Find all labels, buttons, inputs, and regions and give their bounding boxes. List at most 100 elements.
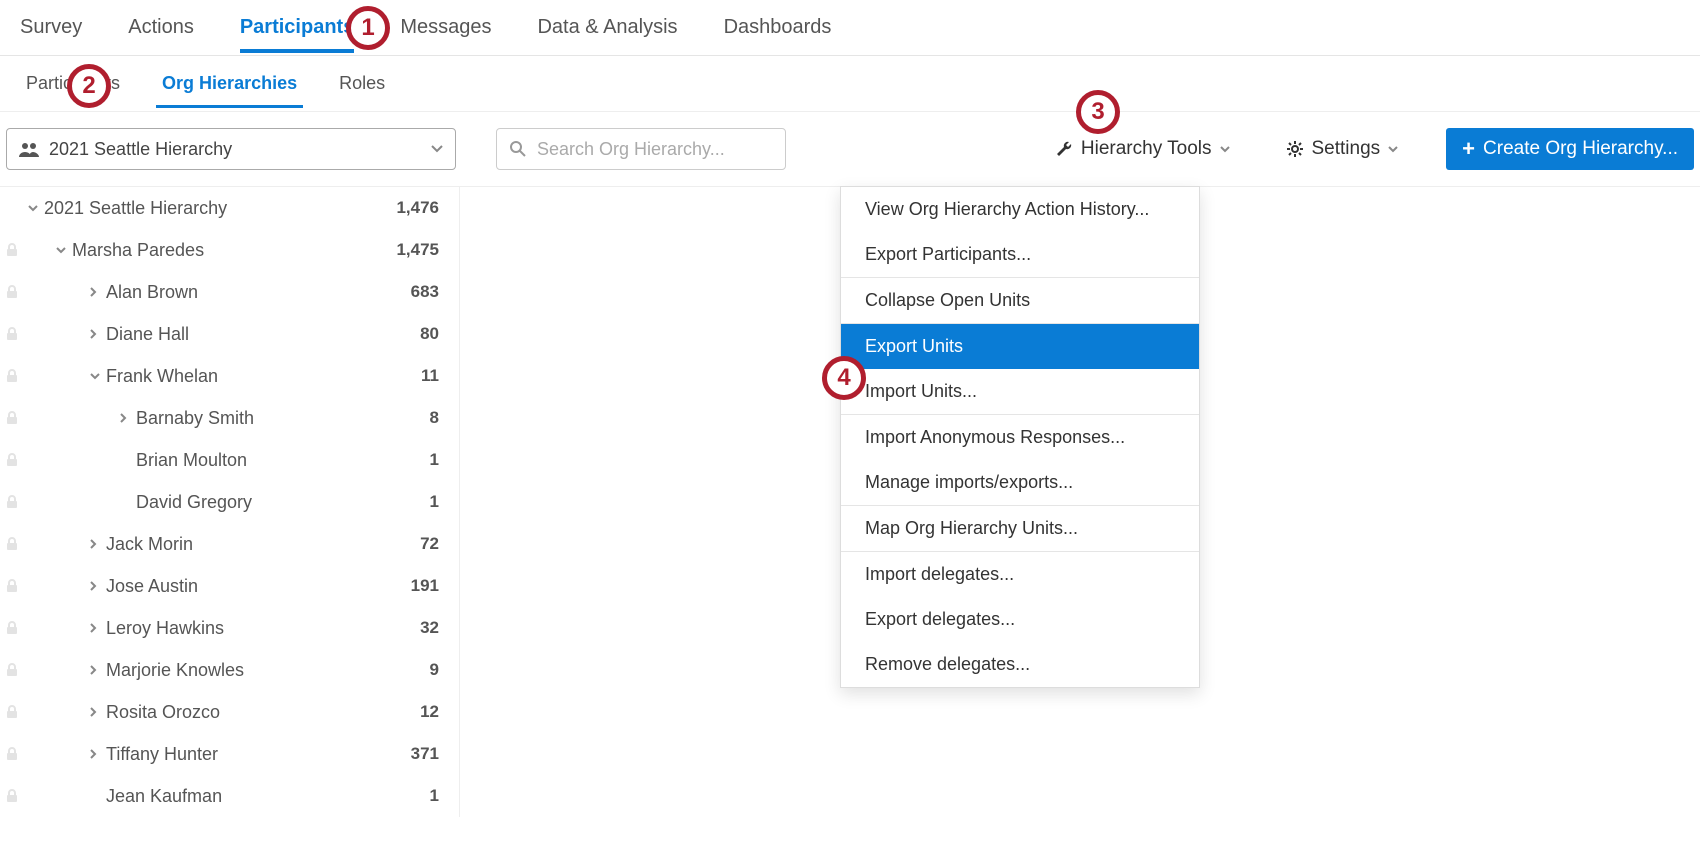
tree-row-count: 11 bbox=[421, 366, 439, 386]
tree-row[interactable]: Rosita Orozco12 bbox=[0, 691, 459, 733]
tree-row-label: Jean Kaufman bbox=[106, 786, 430, 807]
lock-icon bbox=[0, 537, 24, 551]
tree-row-count: 72 bbox=[420, 534, 439, 554]
menu-item-export-participants[interactable]: Export Participants... bbox=[841, 232, 1199, 277]
tree-row-count: 683 bbox=[411, 282, 439, 302]
lock-icon bbox=[0, 705, 24, 719]
menu-item-remove-delegates[interactable]: Remove delegates... bbox=[841, 642, 1199, 687]
hierarchy-selector-label: 2021 Seattle Hierarchy bbox=[49, 139, 232, 160]
menu-item-manage-imports-exports[interactable]: Manage imports/exports... bbox=[841, 460, 1199, 505]
lock-icon bbox=[0, 243, 24, 257]
menu-item-map-org-hierarchy-units[interactable]: Map Org Hierarchy Units... bbox=[841, 506, 1199, 551]
tree-row[interactable]: Jack Morin72 bbox=[0, 523, 459, 565]
create-button-label: Create Org Hierarchy... bbox=[1483, 138, 1678, 160]
callout-2: 2 bbox=[67, 64, 111, 108]
chevron-right-icon[interactable] bbox=[90, 707, 106, 717]
lock-icon bbox=[0, 453, 24, 467]
menu-item-import-delegates[interactable]: Import delegates... bbox=[841, 552, 1199, 597]
tree-row[interactable]: David Gregory1 bbox=[0, 481, 459, 523]
sub-tabs: ParticipantsOrg HierarchiesRoles bbox=[0, 56, 1700, 112]
tree-row[interactable]: Marsha Paredes1,475 bbox=[0, 229, 459, 271]
hierarchy-tools-menu: View Org Hierarchy Action History...Expo… bbox=[840, 186, 1200, 688]
menu-item-export-delegates[interactable]: Export delegates... bbox=[841, 597, 1199, 642]
tree-row-count: 80 bbox=[420, 324, 439, 344]
search-icon bbox=[509, 140, 527, 158]
chevron-down-icon bbox=[1388, 146, 1398, 153]
main-tabs: Survey Actions Participants Messages Data & … bbox=[0, 0, 1700, 56]
search-input[interactable] bbox=[537, 139, 773, 160]
create-org-hierarchy-button[interactable]: + Create Org Hierarchy... bbox=[1446, 128, 1694, 170]
people-icon bbox=[19, 141, 39, 157]
tree-row[interactable]: Alan Brown683 bbox=[0, 271, 459, 313]
tree-row[interactable]: Brian Moulton1 bbox=[0, 439, 459, 481]
hierarchy-selector[interactable]: 2021 Seattle Hierarchy bbox=[6, 128, 456, 170]
main-tab-participants[interactable]: Participants bbox=[240, 2, 354, 53]
main-tab-survey[interactable]: Survey bbox=[20, 2, 82, 53]
tree-row-count: 32 bbox=[420, 618, 439, 638]
callout-4: 4 bbox=[822, 356, 866, 400]
lock-icon bbox=[0, 369, 24, 383]
lock-icon bbox=[0, 663, 24, 677]
tree-row[interactable]: Barnaby Smith8 bbox=[0, 397, 459, 439]
chevron-down-icon[interactable] bbox=[56, 247, 72, 254]
tree-row[interactable]: Tiffany Hunter371 bbox=[0, 733, 459, 775]
lock-icon bbox=[0, 411, 24, 425]
sub-tab-org-hierarchies[interactable]: Org Hierarchies bbox=[156, 59, 303, 108]
hierarchy-tree: 2021 Seattle Hierarchy1,476 Marsha Pared… bbox=[0, 187, 460, 817]
lock-icon bbox=[0, 579, 24, 593]
tree-row[interactable]: Diane Hall80 bbox=[0, 313, 459, 355]
main-tab-dashboards[interactable]: Dashboards bbox=[724, 2, 832, 53]
tree-row-label: Jack Morin bbox=[106, 534, 420, 555]
tree-row[interactable]: Jean Kaufman1 bbox=[0, 775, 459, 817]
chevron-down-icon[interactable] bbox=[28, 205, 44, 212]
tree-row-label: Alan Brown bbox=[106, 282, 411, 303]
callout-1: 1 bbox=[346, 6, 390, 50]
chevron-down-icon bbox=[431, 145, 443, 153]
wrench-icon bbox=[1055, 140, 1073, 158]
menu-item-import-units[interactable]: Import Units... bbox=[841, 369, 1199, 414]
main-tab-actions[interactable]: Actions bbox=[128, 2, 194, 53]
tree-row-label: Leroy Hawkins bbox=[106, 618, 420, 639]
tree-row[interactable]: 2021 Seattle Hierarchy1,476 bbox=[0, 187, 459, 229]
tree-row[interactable]: Jose Austin191 bbox=[0, 565, 459, 607]
tree-row[interactable]: Marjorie Knowles9 bbox=[0, 649, 459, 691]
sub-tab-roles[interactable]: Roles bbox=[333, 59, 391, 108]
main-tab-messages[interactable]: Messages bbox=[400, 2, 491, 53]
hierarchy-tools-button[interactable]: Hierarchy Tools bbox=[1047, 132, 1238, 166]
tree-row-count: 1 bbox=[430, 492, 439, 512]
callout-3: 3 bbox=[1076, 90, 1120, 134]
chevron-right-icon[interactable] bbox=[90, 287, 106, 297]
chevron-right-icon[interactable] bbox=[120, 413, 136, 423]
tree-row-count: 191 bbox=[411, 576, 439, 596]
tree-row-count: 1,476 bbox=[396, 198, 439, 218]
plus-icon: + bbox=[1462, 136, 1475, 162]
tree-row-label: Marjorie Knowles bbox=[106, 660, 430, 681]
chevron-right-icon[interactable] bbox=[90, 581, 106, 591]
tree-row-count: 1 bbox=[430, 786, 439, 806]
settings-button[interactable]: Settings bbox=[1278, 132, 1407, 166]
tree-row-count: 371 bbox=[411, 744, 439, 764]
tree-row[interactable]: Frank Whelan11 bbox=[0, 355, 459, 397]
lock-icon bbox=[0, 285, 24, 299]
chevron-right-icon[interactable] bbox=[90, 623, 106, 633]
tree-row[interactable]: Leroy Hawkins32 bbox=[0, 607, 459, 649]
tree-row-label: David Gregory bbox=[136, 492, 430, 513]
tree-row-label: Rosita Orozco bbox=[106, 702, 420, 723]
menu-item-collapse-open-units[interactable]: Collapse Open Units bbox=[841, 278, 1199, 323]
tree-row-count: 8 bbox=[430, 408, 439, 428]
menu-item-view-org-hierarchy-action-history[interactable]: View Org Hierarchy Action History... bbox=[841, 187, 1199, 232]
menu-item-import-anonymous-responses[interactable]: Import Anonymous Responses... bbox=[841, 415, 1199, 460]
tree-row-label: Marsha Paredes bbox=[72, 240, 396, 261]
chevron-right-icon[interactable] bbox=[90, 665, 106, 675]
chevron-right-icon[interactable] bbox=[90, 749, 106, 759]
main-tab-data-analysis[interactable]: Data & Analysis bbox=[537, 2, 677, 53]
chevron-down-icon[interactable] bbox=[90, 373, 106, 380]
chevron-right-icon[interactable] bbox=[90, 539, 106, 549]
chevron-right-icon[interactable] bbox=[90, 329, 106, 339]
lock-icon bbox=[0, 747, 24, 761]
search-field[interactable] bbox=[496, 128, 786, 170]
tree-row-label: Barnaby Smith bbox=[136, 408, 430, 429]
lock-icon bbox=[0, 327, 24, 341]
tree-row-count: 1 bbox=[430, 450, 439, 470]
menu-item-export-units[interactable]: Export Units bbox=[841, 324, 1199, 369]
